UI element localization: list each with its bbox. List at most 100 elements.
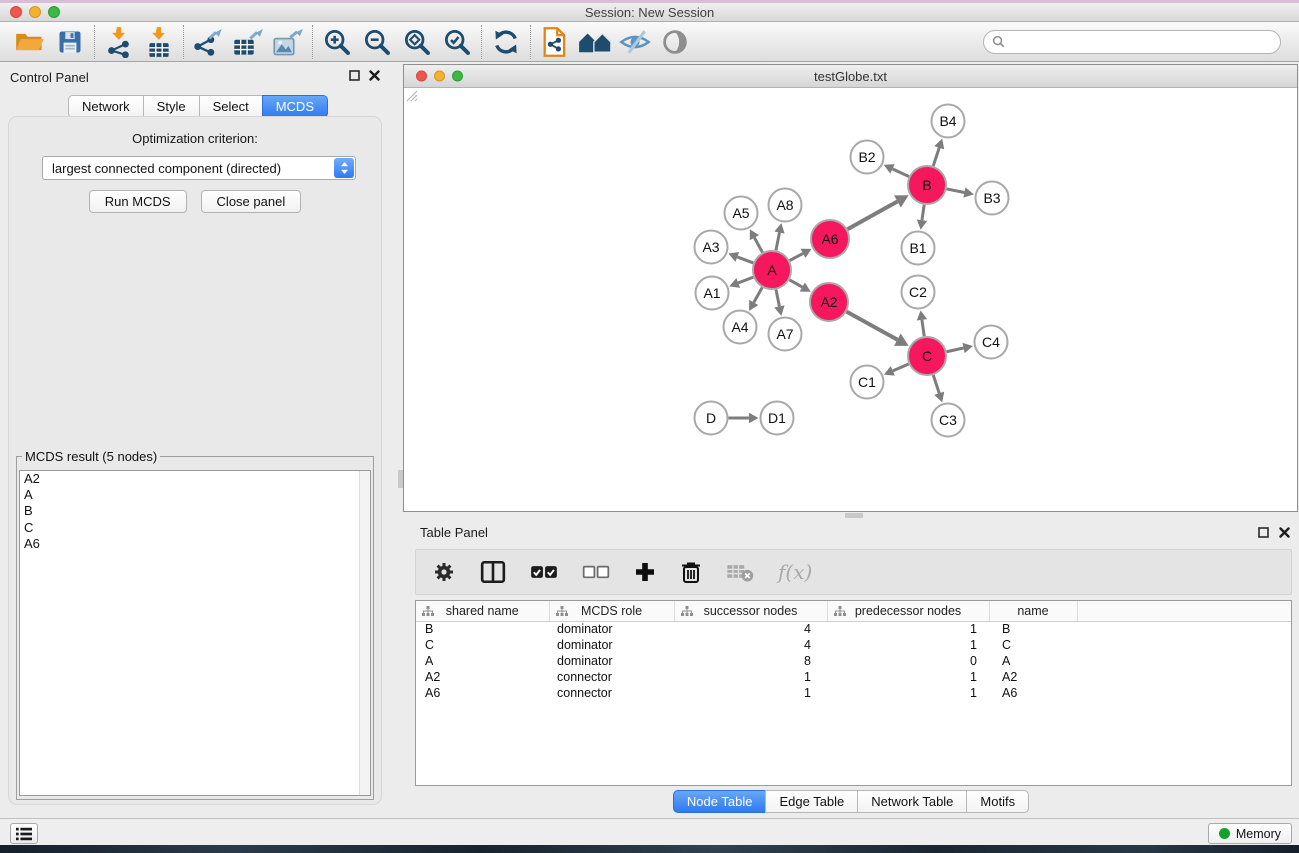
list-icon	[15, 826, 33, 842]
graph-edge-A-A7[interactable]	[776, 290, 779, 307]
mcds-result-item[interactable]: A2	[20, 471, 370, 487]
mcds-result-item[interactable]: A6	[20, 536, 370, 552]
optimization-criterion-label: Optimization criterion:	[9, 131, 381, 146]
graph-edge-A-A6[interactable]	[790, 253, 803, 260]
show-column-icon[interactable]	[480, 560, 506, 584]
resize-grip-icon[interactable]	[404, 88, 418, 102]
table-row[interactable]: A2connector11A2	[416, 669, 1291, 685]
node-table[interactable]: shared nameMCDS rolesuccessor nodesprede…	[415, 600, 1292, 786]
mcds-result-item[interactable]: A	[20, 487, 370, 503]
network-zoom-button[interactable]	[452, 71, 463, 82]
refresh-layout-icon[interactable]	[486, 24, 526, 60]
graph-edge-B-B3[interactable]	[947, 189, 965, 193]
column-header-filler	[1077, 601, 1291, 621]
import-table-icon[interactable]	[139, 24, 179, 60]
close-table-panel-icon[interactable]	[1279, 527, 1290, 538]
graph-edge-B-B4[interactable]	[933, 148, 939, 166]
mcds-buttons: Run MCDS Close panel	[9, 190, 381, 213]
table-tab-node-table[interactable]: Node Table	[673, 790, 767, 813]
table-tab-motifs[interactable]: Motifs	[966, 790, 1029, 813]
run-mcds-button[interactable]: Run MCDS	[89, 190, 187, 213]
graph-node-label: D	[706, 410, 716, 426]
duplicate-network-icon[interactable]	[535, 24, 575, 60]
minimize-window-button[interactable]	[29, 6, 41, 18]
table-tab-network-table[interactable]: Network Table	[857, 790, 967, 813]
criterion-dropdown[interactable]: largest connected component (directed)	[42, 156, 356, 180]
export-table-icon[interactable]	[228, 24, 268, 60]
deselect-all-checkboxes-icon[interactable]	[582, 565, 610, 580]
graph-edge-A-A5[interactable]	[754, 238, 762, 253]
float-table-panel-icon[interactable]	[1258, 527, 1269, 538]
column-header-shared-name[interactable]: shared name	[416, 601, 549, 621]
panel-splitter-handle[interactable]	[398, 470, 403, 488]
scrollbar-track[interactable]	[359, 471, 370, 795]
criterion-value: largest connected component (directed)	[52, 161, 334, 176]
table-row[interactable]: A6connector11A6	[416, 685, 1291, 701]
graph-node-label: D1	[768, 410, 786, 426]
show-eye-icon[interactable]	[655, 24, 695, 60]
graph-edge-A-A8[interactable]	[776, 233, 780, 251]
column-header-name[interactable]: name	[989, 601, 1077, 621]
zoom-fit-content-icon[interactable]	[397, 24, 437, 60]
panel-splitter-handle[interactable]	[845, 513, 863, 518]
search-input[interactable]	[1010, 34, 1272, 49]
close-window-button[interactable]	[10, 6, 22, 18]
export-network-icon[interactable]	[188, 24, 228, 60]
close-panel-button[interactable]: Close panel	[201, 190, 302, 213]
graph-edge-A-A4[interactable]	[754, 287, 762, 302]
graph-node-label: B1	[909, 240, 926, 256]
save-session-icon[interactable]	[50, 24, 90, 60]
mcds-result-item[interactable]: C	[20, 520, 370, 536]
table-row[interactable]: Cdominator41C	[416, 637, 1291, 653]
tab-select[interactable]: Select	[199, 95, 263, 118]
column-header-mcds-role[interactable]: MCDS role	[549, 601, 674, 621]
close-panel-icon[interactable]	[369, 70, 380, 81]
export-image-icon[interactable]	[268, 24, 308, 60]
graph-edge-C-C4[interactable]	[947, 348, 964, 352]
graph-edge-arrowhead	[963, 187, 973, 197]
graph-edge-A-A3[interactable]	[737, 257, 753, 263]
open-session-icon[interactable]	[10, 24, 50, 60]
table-row[interactable]: Adominator80A	[416, 653, 1291, 669]
graph-edge-C-C3[interactable]	[933, 375, 939, 393]
graph-edge-B-B2[interactable]	[892, 169, 908, 177]
network-minimize-button[interactable]	[434, 71, 445, 82]
network-window-titlebar[interactable]: testGlobe.txt	[404, 65, 1297, 88]
task-history-button[interactable]	[10, 823, 38, 844]
mcds-result-item[interactable]: B	[20, 503, 370, 519]
delete-entry-trash-icon[interactable]	[680, 560, 702, 584]
graph-edge-A-A1[interactable]	[738, 277, 753, 283]
zoom-window-button[interactable]	[48, 6, 60, 18]
zoom-selected-icon[interactable]	[437, 24, 477, 60]
home-houses-icon[interactable]	[575, 24, 615, 60]
network-canvas[interactable]: B4B2BB3A8A5A6A3B1AC2A1A2A4A7C4CC1DD1C3	[404, 88, 1297, 511]
tab-style[interactable]: Style	[143, 95, 200, 118]
zoom-in-icon[interactable]	[317, 24, 357, 60]
tab-mcds[interactable]: MCDS	[262, 95, 328, 118]
settings-gear-icon[interactable]	[432, 560, 456, 584]
column-header-successor-nodes[interactable]: successor nodes	[674, 601, 827, 621]
table-row[interactable]: Bdominator41B	[416, 621, 1291, 637]
graph-edge-B-B1[interactable]	[922, 205, 924, 220]
tab-network[interactable]: Network	[68, 95, 144, 118]
network-close-button[interactable]	[416, 71, 427, 82]
window-controls	[10, 6, 60, 18]
search-field[interactable]	[983, 30, 1281, 54]
graph-edge-A6-B[interactable]	[847, 201, 897, 229]
column-header-predecessor-nodes[interactable]: predecessor nodes	[827, 601, 989, 621]
memory-button[interactable]: Memory	[1208, 823, 1292, 844]
float-panel-icon[interactable]	[349, 70, 360, 81]
select-all-checkboxes-icon[interactable]	[530, 565, 558, 580]
graph-node-label: A4	[731, 319, 748, 335]
graph-edge-arrowhead	[774, 305, 784, 315]
graph-edge-C-C2[interactable]	[922, 320, 924, 336]
graph-edge-A2-C[interactable]	[847, 312, 898, 340]
graph-edge-C-C1[interactable]	[893, 364, 909, 371]
import-network-icon[interactable]	[99, 24, 139, 60]
add-entry-icon[interactable]	[634, 561, 656, 583]
table-tab-edge-table[interactable]: Edge Table	[765, 790, 858, 813]
graph-edge-A-A2[interactable]	[789, 280, 802, 287]
mcds-result-list[interactable]: A2ABCA6	[19, 470, 371, 796]
zoom-out-icon[interactable]	[357, 24, 397, 60]
hide-selected-eye-slash-icon[interactable]	[615, 24, 655, 60]
